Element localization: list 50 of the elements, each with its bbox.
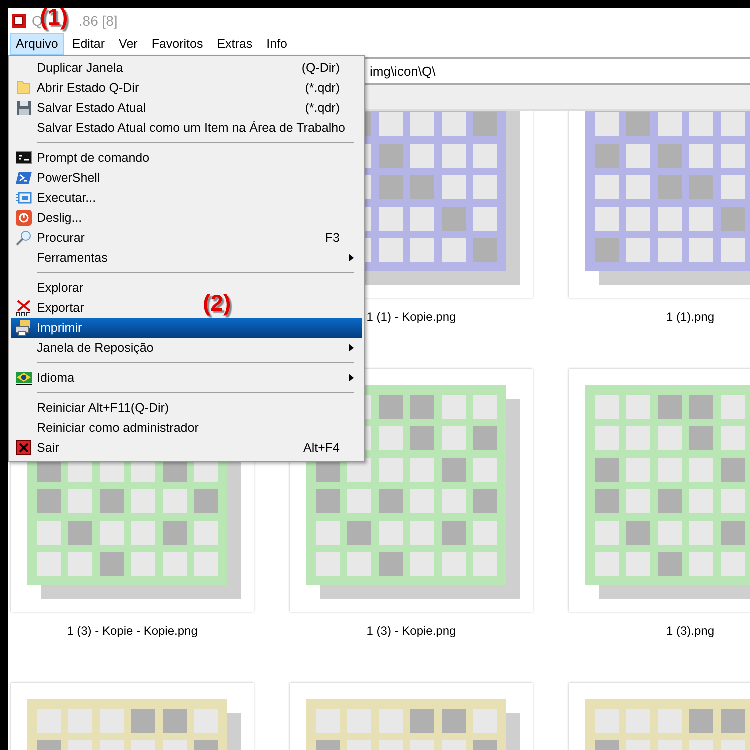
printer-icon (16, 320, 32, 336)
search-icon (16, 230, 32, 246)
file-name: 1 (3) - Kopie.png (366, 624, 456, 638)
menu-item[interactable]: Executar... (36, 191, 96, 205)
flag-icon (16, 370, 32, 386)
app-icon (12, 14, 26, 28)
menu-item[interactable]: Exportar (36, 301, 84, 315)
menu-item[interactable]: Explorar (36, 281, 84, 295)
menu-bar-item[interactable]: Editar (66, 33, 112, 55)
shortcut-text: Alt+F4 (304, 441, 340, 455)
window-title: .86 [8] (78, 12, 118, 28)
menu-item[interactable]: Reiniciar Alt+F11(Q-Dir) (36, 401, 170, 415)
shortcut-text: (*.qdr) (305, 81, 340, 95)
export-icon (16, 300, 32, 316)
menu-item[interactable]: Sair (36, 441, 60, 455)
file-name: 1 (3).png (666, 624, 715, 638)
save-icon (16, 100, 32, 116)
menu-item[interactable]: Salvar Estado Atual como um Item na Área de Trabalho (36, 121, 346, 135)
shortcut-text: (*.qdr) (305, 101, 340, 115)
menu-bar-item[interactable]: Favoritos (146, 33, 210, 55)
menu-bar-item[interactable]: Extras (211, 33, 259, 55)
menu-bar-item[interactable]: Ver (113, 33, 144, 55)
menu-item[interactable]: Prompt de comando (36, 151, 150, 165)
shortcut-text: F3 (325, 231, 340, 245)
annotation-label: (1) (40, 4, 68, 30)
run-window-icon (16, 190, 32, 206)
menu-item[interactable]: Reiniciar como administrador (36, 421, 199, 435)
folder-icon (16, 80, 32, 96)
menu-item[interactable]: Ferramentas (36, 251, 108, 265)
file-name: 1 (1).png (666, 310, 715, 324)
menu-bar-item[interactable]: Arquivo (10, 33, 64, 55)
terminal-icon (16, 150, 32, 166)
image-thumbnail[interactable] (569, 369, 750, 612)
menu-item[interactable]: Deslig... (36, 211, 82, 225)
menu-item[interactable]: Duplicar Janela (36, 61, 124, 75)
shortcut-text: (Q-Dir) (302, 61, 340, 75)
menu-item[interactable]: Procurar (36, 231, 85, 245)
file-name: 1 (3) - Kopie - Kopie.png (67, 624, 198, 638)
menu-item[interactable]: PowerShell (36, 171, 100, 185)
annotation-label: (2) (203, 290, 232, 316)
menu-bar-item[interactable]: Info (260, 33, 294, 55)
menu-item[interactable]: Imprimir (36, 321, 82, 335)
menu-item[interactable]: Idioma (36, 371, 75, 385)
close-icon (16, 440, 32, 456)
menu-item[interactable]: Abrir Estado Q-Dir (36, 81, 140, 95)
menu-item[interactable]: Janela de Reposição (36, 341, 154, 355)
power-icon (16, 210, 32, 226)
powershell-icon (16, 170, 32, 186)
file-name: 1 (1) - Kopie.png (366, 310, 456, 324)
menu-item[interactable]: Salvar Estado Atual (36, 101, 146, 115)
